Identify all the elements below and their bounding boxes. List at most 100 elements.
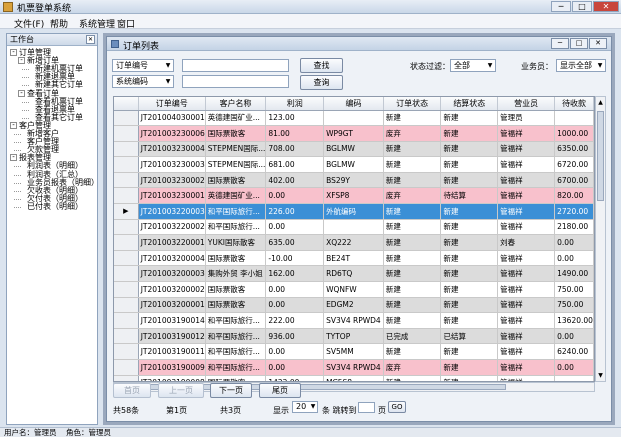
table-cell[interactable]: 新建 — [383, 172, 442, 189]
table-cell[interactable]: JT201003220003 — [138, 203, 206, 220]
table-cell[interactable]: 国际票散客 — [205, 172, 267, 189]
row-header[interactable] — [114, 343, 139, 360]
table-cell[interactable]: STEPMEN国际... — [205, 156, 267, 173]
table-row[interactable]: JT201004030001 英德建国矿业... 123.00 新建 新建 管理员 — [114, 110, 594, 127]
filter1-input[interactable] — [182, 59, 289, 72]
table-cell[interactable]: JT201003200001 — [138, 297, 206, 314]
table-row[interactable]: JT201003220001 YUKI国际散客 635.00 XQ222 新建 新建 刘春 0… — [114, 234, 594, 251]
table-cell[interactable]: 新建 — [440, 359, 499, 376]
table-cell[interactable]: JT201003190014 — [138, 312, 206, 329]
table-cell[interactable]: 936.00 — [265, 328, 325, 345]
current-row-indicator-icon[interactable]: ▶ — [114, 203, 139, 220]
column-header[interactable]: 待收款 — [554, 97, 594, 111]
menu-window[interactable]: 窗口 — [117, 17, 135, 30]
table-cell[interactable]: 0.00 — [265, 343, 325, 360]
table-cell[interactable]: 81.00 — [265, 125, 325, 142]
row-header[interactable] — [114, 141, 139, 158]
tree-item[interactable]: 已付表（明细） — [27, 202, 83, 211]
table-cell[interactable]: 123.00 — [265, 110, 325, 127]
table-cell[interactable]: 英德建国矿业... — [205, 110, 267, 127]
table-cell[interactable]: JT201003230003 — [138, 156, 206, 173]
table-cell[interactable]: JT201003190009 — [138, 359, 206, 376]
table-cell[interactable]: 管理员 — [497, 110, 556, 127]
table-cell[interactable]: 国际票散客 — [205, 297, 267, 314]
tree-expander-icon[interactable]: - — [18, 57, 25, 65]
menu-help[interactable]: 帮助 — [50, 17, 68, 30]
table-row[interactable]: JT201003190009 和平国际旅行... 0.00 SV3V4 RPWD4 废弃… — [114, 359, 594, 376]
table-cell[interactable]: JT201003190011 — [138, 343, 206, 360]
table-cell[interactable]: 新建 — [440, 265, 499, 283]
table-cell[interactable]: 新建 — [440, 110, 499, 127]
close-panel-icon[interactable]: ✕ — [86, 35, 95, 44]
table-cell[interactable]: STEPMEN国际... — [205, 141, 267, 158]
table-cell[interactable]: 新建 — [440, 125, 499, 142]
table-row[interactable]: JT201003190014 和平国际旅行... 222.00 SV3V4 RPWD4… — [114, 312, 594, 329]
table-cell[interactable]: JT201003220002 — [138, 219, 206, 236]
row-header[interactable] — [114, 234, 139, 251]
table-cell[interactable]: 新建 — [383, 156, 442, 173]
first-page-button[interactable]: 首页 — [113, 383, 151, 398]
table-cell[interactable]: 管福祥 — [497, 172, 556, 189]
row-header[interactable] — [114, 156, 139, 173]
table-cell[interactable]: MC5S8 — [323, 375, 384, 381]
table-cell[interactable]: 0.00 — [265, 281, 325, 298]
table-cell[interactable]: 2180.00 — [554, 219, 594, 236]
table-row[interactable]: JT201003230004 STEPMEN国际... 708.00 BGLMW 新建新… — [114, 141, 594, 158]
last-page-button[interactable]: 尾页 — [259, 383, 301, 398]
scroll-up-icon[interactable]: ▲ — [596, 97, 605, 108]
salesman-select[interactable]: 显示全部 ▼ — [556, 59, 606, 72]
tree-expander-icon[interactable]: - — [10, 154, 17, 162]
table-cell[interactable]: BGLMW — [323, 156, 384, 173]
table-cell[interactable]: 1422.00 — [265, 375, 325, 381]
row-header[interactable] — [114, 359, 139, 376]
table-cell[interactable]: 13620.00 — [554, 312, 594, 329]
row-header[interactable] — [114, 312, 139, 329]
table-cell[interactable]: 和平国际旅行... — [205, 203, 267, 220]
table-cell[interactable]: 新建 — [440, 203, 499, 220]
table-cell[interactable]: 英德建国矿业... — [205, 187, 267, 205]
table-cell[interactable]: 新建 — [383, 110, 442, 127]
table-row[interactable]: JT201003200003 集购外贸 李小姐 162.00 RD6TQ 新建 新建 管福祥… — [114, 265, 594, 283]
table-row[interactable]: JT201003200001 国际票散客 0.00 EDGM2 新建 新建 管福祥 750.0… — [114, 297, 594, 314]
table-row[interactable]: JT201003200002 国际票散客 0.00 WQNFW 新建 新建 管福祥 750.0… — [114, 281, 594, 298]
per-page-select[interactable]: 20 ▼ — [292, 401, 318, 413]
table-cell[interactable]: JT201003230002 — [138, 172, 206, 189]
row-header[interactable] — [114, 281, 139, 298]
table-cell[interactable]: 新建 — [383, 343, 442, 360]
table-cell[interactable]: 0.00 — [554, 234, 594, 251]
table-cell[interactable]: 226.00 — [265, 203, 325, 220]
table-cell[interactable]: JT201003230006 — [138, 125, 206, 142]
tree-expander-icon[interactable]: - — [18, 89, 25, 97]
table-cell[interactable]: 管福祥 — [497, 328, 556, 345]
tree-expander-icon[interactable]: - — [10, 49, 17, 56]
table-cell[interactable]: 新建 — [383, 219, 442, 236]
column-header[interactable]: 利润 — [265, 97, 325, 111]
table-cell[interactable]: XFSP8 — [323, 187, 384, 205]
table-cell[interactable]: SV3V4 RPWD4 — [323, 312, 384, 329]
row-header[interactable] — [114, 297, 139, 314]
table-cell[interactable]: -10.00 — [265, 250, 325, 267]
table-cell[interactable] — [554, 110, 594, 127]
table-cell[interactable]: 管福祥 — [497, 312, 556, 329]
table-cell[interactable]: 和平国际旅行... — [205, 359, 267, 376]
table-cell[interactable]: 新建 — [383, 234, 442, 251]
child-close-button[interactable]: ✕ — [589, 38, 607, 49]
table-cell[interactable]: 管福祥 — [497, 141, 556, 158]
table-cell[interactable]: 0.00 — [265, 359, 325, 376]
table-cell[interactable]: 管福祥 — [497, 219, 556, 236]
table-cell[interactable]: 国际票散客 — [205, 375, 267, 381]
table-cell[interactable]: 管福祥 — [497, 187, 556, 205]
table-row[interactable]: JT201003200004 国际票散客 -10.00 BE24T 新建 新建 管福祥 0.0… — [114, 250, 594, 267]
table-cell[interactable]: JT201003230004 — [138, 141, 206, 158]
table-cell[interactable]: 820.00 — [554, 187, 594, 205]
table-cell[interactable]: 1490.00 — [554, 265, 594, 283]
table-cell[interactable]: 402.00 — [265, 172, 325, 189]
tree-expander-icon[interactable]: - — [10, 121, 17, 129]
status-filter-select[interactable]: 全部 ▼ — [450, 59, 496, 72]
search-button[interactable]: 查找 — [300, 58, 343, 73]
child-maximize-button[interactable]: □ — [570, 38, 588, 49]
table-cell[interactable]: 管福祥 — [497, 359, 556, 376]
column-header[interactable]: 编码 — [323, 97, 384, 111]
jump-page-input[interactable] — [358, 402, 375, 413]
table-cell[interactable]: 6700.00 — [554, 172, 594, 189]
